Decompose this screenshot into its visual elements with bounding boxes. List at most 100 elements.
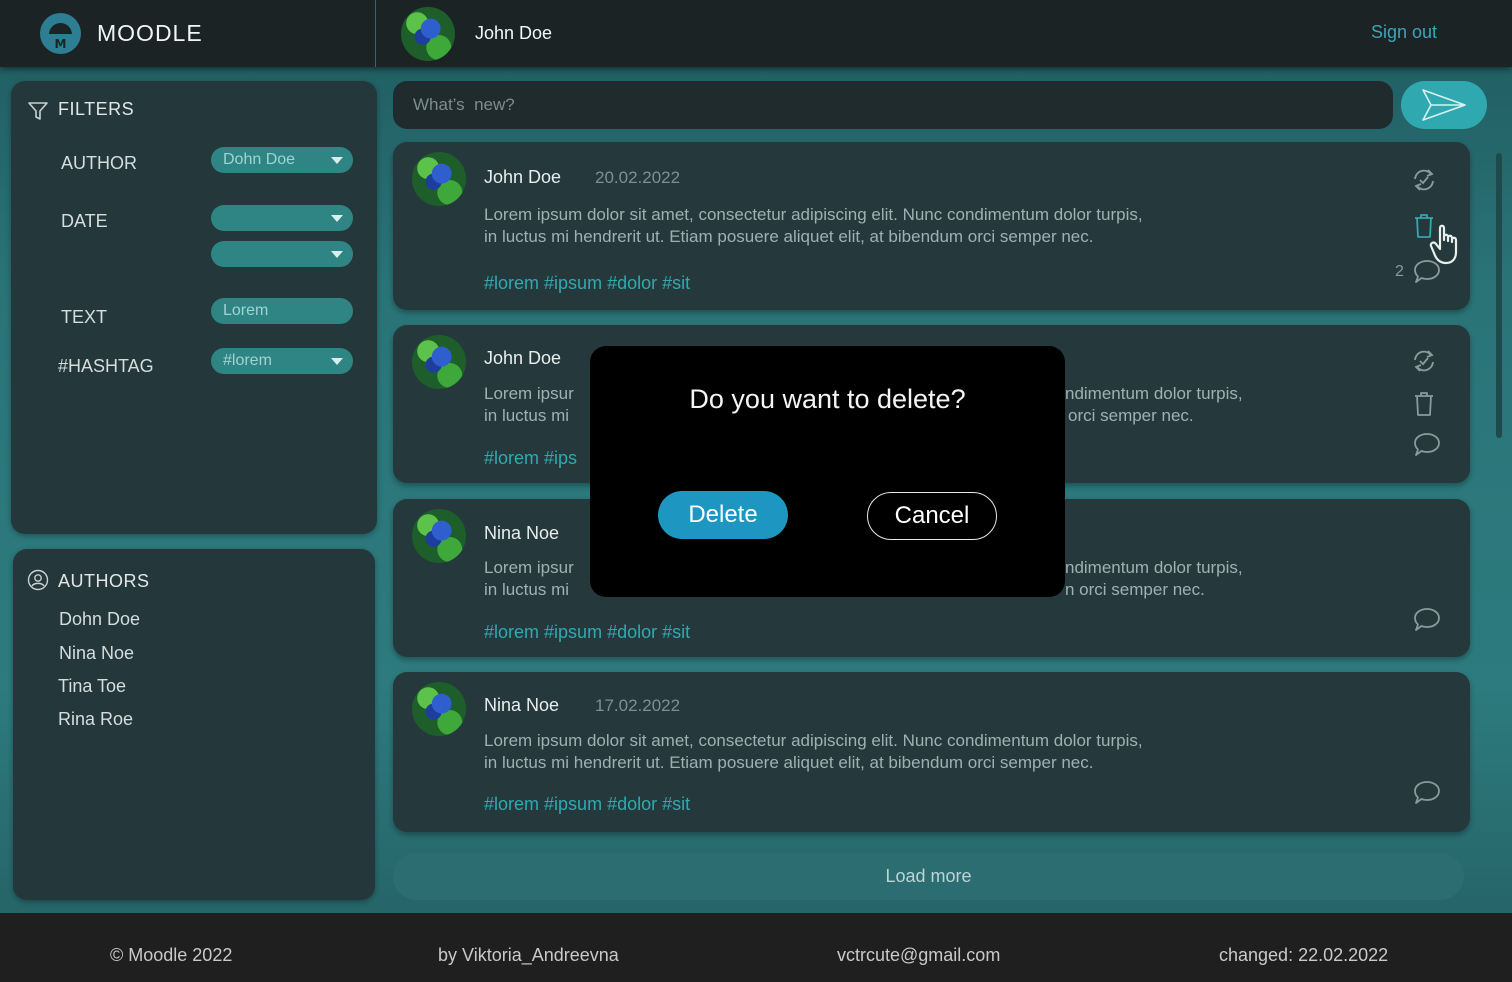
text-filter-value: Lorem (223, 302, 269, 319)
post-text-line: Lorem ipsur (484, 384, 574, 403)
post-text-line: Lorem ipsum dolor sit amet, consectetur … (484, 731, 1143, 750)
send-button[interactable] (1401, 81, 1487, 129)
logo-text: MOODLE (97, 20, 203, 46)
author-item[interactable]: Dohn Doe (59, 609, 140, 630)
hashtag-link[interactable]: #sit (662, 273, 690, 293)
post-author[interactable]: John Doe (484, 348, 561, 369)
current-user[interactable]: John Doe (401, 6, 553, 61)
post-card: Nina Noe 17.02.2022 Lorem ipsum dolor si… (393, 672, 1470, 832)
author-filter-select[interactable]: Dohn Doe (211, 147, 353, 173)
footer-changed: changed: 22.02.2022 (1219, 945, 1389, 965)
avatar[interactable] (412, 152, 466, 206)
post-author[interactable]: Nina Noe (484, 523, 559, 544)
post-text-line: Lorem ipsur (484, 558, 574, 577)
chevron-down-icon (331, 251, 343, 258)
post-date: 20.02.2022 (595, 168, 681, 187)
footer-email[interactable]: vctrcute@gmail.com (837, 945, 1000, 966)
post-author[interactable]: John Doe (484, 167, 561, 188)
author-item[interactable]: Rina Roe (58, 709, 133, 730)
hashtag-link[interactable]: #ips (544, 448, 577, 468)
logo-letter: M (54, 37, 67, 51)
chevron-down-icon (331, 215, 343, 222)
authors-panel: AUTHORS Dohn Doe Nina Noe Tina Toe Rina … (13, 549, 375, 900)
post-text-line: in luctus mi (484, 406, 570, 425)
post-tags: #lorem #ipsum #dolor #sit (484, 622, 695, 643)
logo[interactable]: M MOODLE (0, 0, 376, 67)
footer: © Moodle 2022 by Viktoria_Andreevna vctr… (0, 913, 1512, 982)
hashtag-link[interactable]: #lorem (484, 273, 539, 293)
footer-author: by Viktoria_Andreevna (438, 945, 619, 965)
hashtag-link[interactable]: #sit (662, 794, 690, 814)
post-text-line: n orci semper nec. (1065, 580, 1205, 599)
post-text: ndimentum dolor turpis, n orci semper ne… (1065, 557, 1295, 601)
post-text: Lorem ipsum dolor sit amet, consectetur … (484, 730, 1294, 774)
hashtag-link[interactable]: #sit (662, 622, 690, 642)
date-filter-label: DATE (61, 211, 108, 231)
hashtag-link[interactable]: #lorem (484, 448, 539, 468)
hashtag-link[interactable]: #dolor (607, 622, 657, 642)
hashtag-link[interactable]: #dolor (607, 794, 657, 814)
hashtag-link[interactable]: #dolor (607, 273, 657, 293)
new-post-box (393, 81, 1393, 129)
post-text-line: ndimentum dolor turpis, (1065, 558, 1243, 577)
post-text-line: in luctus mi hendrerit ut. Etiam posuere… (484, 227, 1094, 246)
trash-icon[interactable] (1411, 391, 1437, 417)
author-item[interactable]: Nina Noe (59, 643, 134, 664)
author-item[interactable]: Tina Toe (58, 676, 126, 697)
dialog-title: Do you want to delete? (689, 384, 966, 414)
load-more-button[interactable]: Load more (393, 853, 1464, 900)
avatar[interactable] (412, 682, 466, 736)
post-text-line: Lorem ipsum dolor sit amet, consectetur … (484, 205, 1143, 224)
post-tags: #lorem #ipsum #dolor #sit (484, 273, 695, 294)
new-post-input[interactable] (393, 81, 1393, 129)
post-tags: #lorem #ips (484, 448, 582, 469)
filter-icon (28, 102, 48, 120)
post-text: Lorem ipsur in luctus mi (484, 557, 584, 601)
post-text-line: ndimentum dolor turpis, (1065, 384, 1243, 403)
user-circle-icon (27, 569, 49, 591)
post-text-line: orci semper nec. (1068, 406, 1194, 425)
repost-icon[interactable] (1410, 347, 1438, 375)
sign-out-link[interactable]: Sign out (1371, 22, 1437, 43)
send-icon (1422, 89, 1466, 121)
post-tags: #lorem #ipsum #dolor #sit (484, 794, 695, 815)
post-text-line: in luctus mi (484, 580, 570, 599)
avatar[interactable] (412, 509, 466, 563)
post-text-line: in luctus mi hendrerit ut. Etiam posuere… (484, 753, 1094, 772)
comment-count: 2 (1395, 263, 1404, 280)
hashtag-filter-label: #HASHTAG (58, 356, 154, 376)
hashtag-link[interactable]: #ipsum (544, 273, 602, 293)
post-author[interactable]: Nina Noe (484, 695, 559, 716)
repost-icon[interactable] (1410, 166, 1438, 194)
filters-title: FILTERS (58, 99, 135, 119)
post-card: John Doe 20.02.2022 Lorem ipsum dolor si… (393, 142, 1470, 310)
date-to-select[interactable] (211, 241, 353, 267)
avatar[interactable] (412, 335, 466, 389)
hashtag-link[interactable]: #lorem (484, 622, 539, 642)
post-date: 17.02.2022 (595, 696, 681, 715)
top-bar: M MOODLE John Doe Sign out (0, 0, 1512, 67)
hashtag-filter-value: #lorem (223, 352, 272, 369)
comment-icon[interactable] (1413, 779, 1441, 807)
hashtag-filter-select[interactable]: #lorem (211, 348, 353, 374)
authors-title: AUTHORS (58, 571, 150, 591)
chevron-down-icon (331, 358, 343, 365)
post-text: Lorem ipsum dolor sit amet, consectetur … (484, 204, 1294, 248)
hashtag-link[interactable]: #lorem (484, 794, 539, 814)
date-from-select[interactable] (211, 205, 353, 231)
text-filter-input[interactable]: Lorem (211, 298, 353, 324)
delete-button[interactable]: Delete (658, 491, 788, 539)
cancel-button[interactable]: Cancel (867, 492, 997, 540)
hashtag-link[interactable]: #ipsum (544, 622, 602, 642)
header-username: John Doe (475, 23, 553, 43)
comment-icon[interactable] (1413, 606, 1441, 634)
moodle-logo-icon: M (40, 13, 81, 54)
author-filter-label: AUTHOR (61, 153, 137, 173)
comment-icon[interactable] (1413, 431, 1441, 459)
post-text: Lorem ipsur in luctus mi (484, 383, 584, 427)
post-text: ndimentum dolor turpis, orci semper nec. (1065, 383, 1295, 427)
footer-copyright: © Moodle 2022 (110, 945, 233, 965)
feed-scrollbar[interactable] (1496, 153, 1502, 438)
hashtag-link[interactable]: #ipsum (544, 794, 602, 814)
author-filter-value: Dohn Doe (223, 151, 296, 168)
